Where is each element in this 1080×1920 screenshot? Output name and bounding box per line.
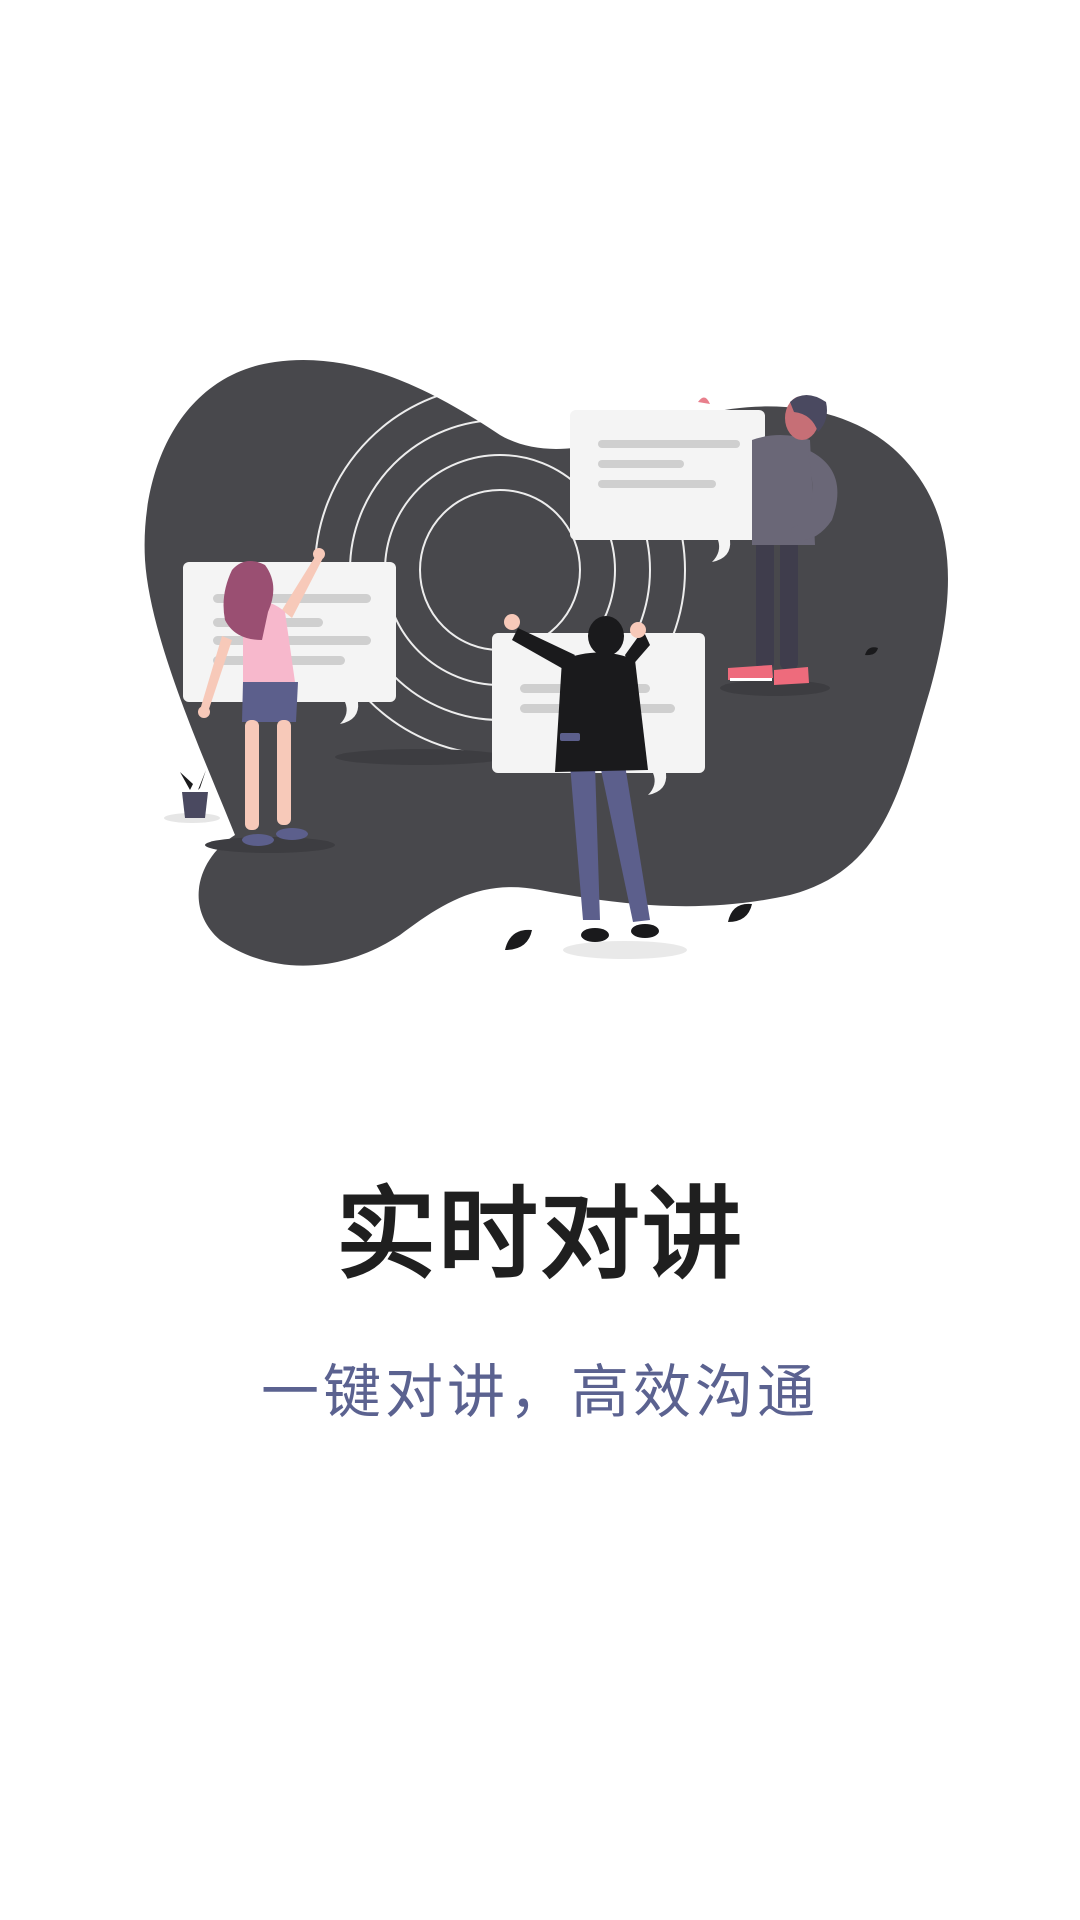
page-subtitle: 一键对讲，高效沟通	[260, 1358, 819, 1426]
plant-pot-icon	[180, 770, 208, 818]
speech-bubble-top-right	[570, 410, 765, 562]
onboarding-screen: 实时对讲 一键对讲，高效沟通	[0, 0, 1080, 1920]
hero-illustration	[144, 360, 948, 966]
page-title: 实时对讲	[336, 1176, 744, 1293]
